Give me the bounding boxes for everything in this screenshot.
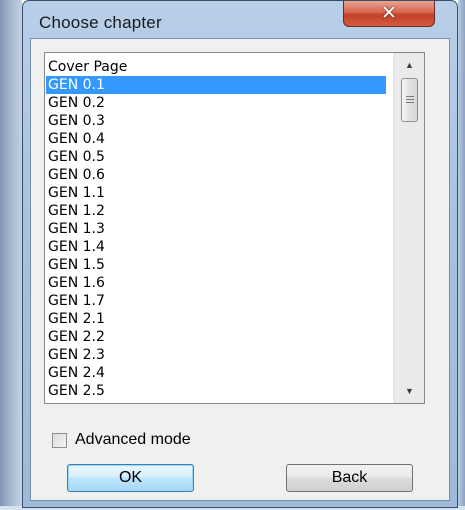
chapter-list-item[interactable]: GEN 1.4 [46, 238, 386, 256]
chapter-list-item[interactable]: GEN 2.4 [46, 364, 386, 382]
chapter-list-item[interactable]: GEN 1.1 [46, 184, 386, 202]
chapter-list-item[interactable]: GEN 0.5 [46, 148, 386, 166]
chapter-list-item[interactable]: GEN 2.2 [46, 328, 386, 346]
vertical-scrollbar[interactable]: ▲ ▼ [393, 53, 424, 403]
chapter-list-item[interactable]: GEN 2.5 [46, 382, 386, 400]
dialog-title: Choose chapter [39, 13, 162, 32]
scroll-down-arrow-icon[interactable]: ▼ [394, 379, 424, 403]
chapter-list-item[interactable]: GEN 0.1 [46, 76, 386, 94]
chapter-list-item[interactable]: GEN 2.3 [46, 346, 386, 364]
chapter-list-item[interactable]: Cover Page [46, 58, 386, 76]
desktop-background-right [458, 0, 465, 510]
chapter-list-item[interactable]: GEN 0.2 [46, 94, 386, 112]
chapter-list-item[interactable]: GEN 0.6 [46, 166, 386, 184]
chapter-list-item[interactable]: GEN 2.1 [46, 310, 386, 328]
back-button[interactable]: Back [286, 464, 413, 492]
scroll-up-arrow-icon[interactable]: ▲ [394, 53, 424, 77]
choose-chapter-dialog: Choose chapter ✕ Cover Page GEN 0.1 GEN 0.… [22, 0, 458, 508]
chapter-list-item[interactable]: GEN 1.2 [46, 202, 386, 220]
chapter-list-item[interactable]: GEN 0.4 [46, 130, 386, 148]
close-icon: ✕ [381, 3, 397, 24]
dialog-client-area: Cover Page GEN 0.1 GEN 0.2 GEN 0.3 GEN 0.4 GE… [30, 38, 450, 501]
chapter-listbox[interactable]: Cover Page GEN 0.1 GEN 0.2 GEN 0.3 GEN 0.4 GE… [44, 52, 425, 404]
desktop-background-left [0, 0, 22, 510]
close-button[interactable]: ✕ [343, 1, 435, 27]
chapter-list-item[interactable]: GEN 1.5 [46, 256, 386, 274]
ok-button[interactable]: OK [67, 464, 194, 492]
advanced-mode-option[interactable]: Advanced mode [52, 430, 191, 450]
chapter-list-item[interactable]: GEN 1.3 [46, 220, 386, 238]
grip-icon [405, 96, 414, 104]
chapter-list-item[interactable]: GEN 1.7 [46, 292, 386, 310]
advanced-mode-checkbox[interactable] [52, 432, 67, 448]
scroll-thumb[interactable] [401, 78, 418, 122]
advanced-mode-label: Advanced mode [75, 431, 191, 448]
chapter-list: Cover Page GEN 0.1 GEN 0.2 GEN 0.3 GEN 0.4 GE… [46, 58, 386, 400]
chapter-list-item[interactable]: GEN 0.3 [46, 112, 386, 130]
chapter-list-item[interactable]: GEN 1.6 [46, 274, 386, 292]
